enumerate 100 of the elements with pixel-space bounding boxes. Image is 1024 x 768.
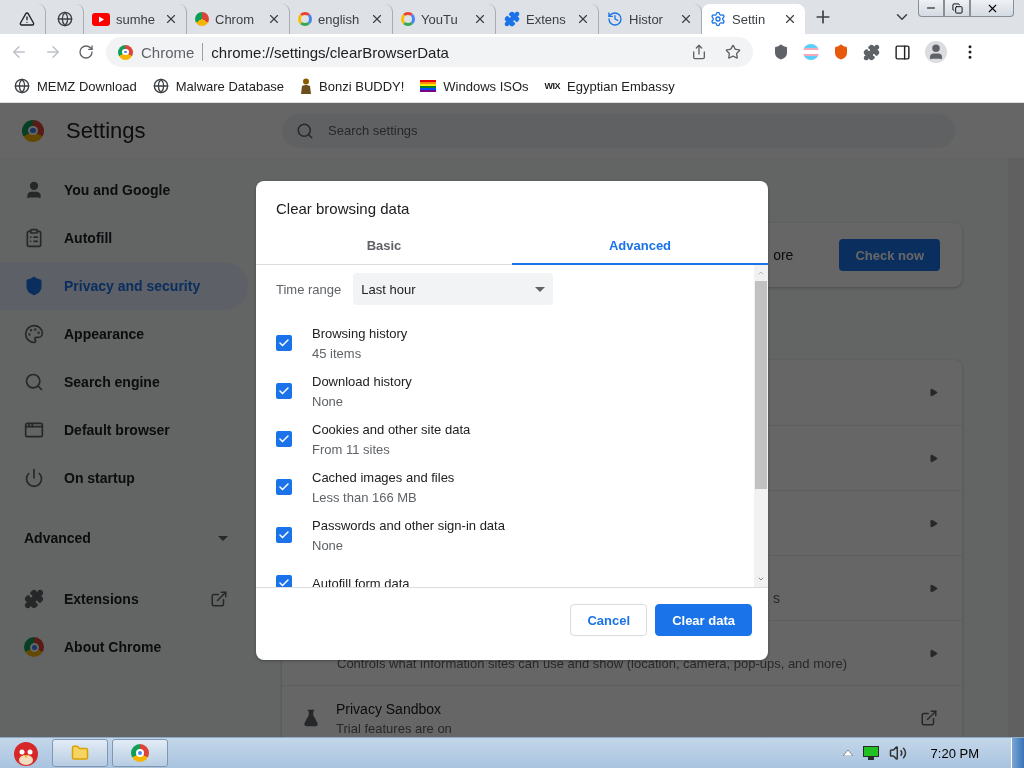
checkbox[interactable]: [276, 431, 292, 447]
option-detail: None: [312, 393, 345, 409]
shield-icon: [24, 276, 44, 296]
option-detail: None: [312, 537, 345, 553]
checkbox[interactable]: [276, 575, 292, 587]
dialog-tab[interactable]: Basic: [256, 228, 512, 265]
clear-data-button[interactable]: Clear data: [655, 604, 752, 636]
flask-icon: [302, 709, 320, 727]
checkbox[interactable]: [276, 335, 292, 351]
shield-icon[interactable]: [773, 44, 789, 60]
globe-icon: [14, 78, 30, 94]
row-title: Privacy Sandbox: [336, 700, 443, 717]
address-bar[interactable]: Chrome chrome://settings/clearBrowserData: [106, 37, 753, 67]
chrome-logo-icon: [22, 119, 44, 142]
arrow-icon[interactable]: [929, 518, 938, 528]
cancel-button[interactable]: Cancel: [570, 604, 648, 636]
option-label: Cached images and files: [312, 469, 455, 485]
rainbow-flag-icon: [420, 80, 437, 92]
sidebar-item[interactable]: About Chrome: [0, 623, 248, 671]
share-icon[interactable]: [691, 44, 707, 60]
sidebar-item[interactable]: Autofill: [0, 214, 248, 262]
folder-icon: [71, 744, 89, 762]
arrow-icon[interactable]: [929, 388, 938, 397]
settings-icon: [710, 11, 726, 27]
person-icon: [24, 180, 44, 200]
row-text: s: [773, 590, 781, 606]
bookmark-link[interactable]: MEMZ Download: [37, 78, 137, 94]
bookmark-star-icon[interactable]: [725, 44, 741, 60]
close-icon[interactable]: [267, 12, 281, 26]
sidebar-item[interactable]: Search engine: [0, 358, 248, 406]
external-link-icon[interactable]: [920, 709, 938, 727]
wordmark-logo: WIX: [544, 81, 561, 91]
volume-icon[interactable]: [888, 744, 907, 762]
sidebar-item[interactable]: You and Google: [0, 166, 248, 214]
sidebar-item[interactable]: Extensions: [0, 575, 248, 623]
option-detail: Less than 166 MB: [312, 489, 418, 505]
time-range-select[interactable]: Last hour: [353, 273, 554, 305]
sidebar-item[interactable]: Appearance: [0, 310, 248, 358]
browser-taskbar-button[interactable]: [112, 739, 168, 767]
close-icon[interactable]: [783, 12, 797, 26]
profile-icon[interactable]: [925, 41, 947, 63]
dialog-title: Clear browsing data: [275, 199, 411, 219]
tray-expand-icon[interactable]: [842, 750, 853, 756]
bookmark-link[interactable]: Windows ISOs: [443, 78, 529, 94]
close-icon[interactable]: [164, 12, 178, 26]
browser-tab[interactable]: Settin: [702, 4, 805, 34]
bookmark-link[interactable]: Egyptian Embassy: [567, 78, 675, 94]
scrollbar-thumb[interactable]: [755, 281, 767, 489]
browser-tab[interactable]: YouTu: [393, 4, 496, 34]
browser-tab[interactable]: sumhe: [84, 4, 187, 34]
sidebar-section[interactable]: Advanced: [24, 530, 91, 546]
chrome-logo-icon: [118, 44, 133, 60]
globe-icon: [152, 78, 169, 94]
bookmark-link[interactable]: Bonzi BUDDY!: [319, 78, 405, 94]
caret-icon: [218, 535, 228, 541]
close-button[interactable]: [970, 0, 1014, 17]
puzzle-icon: [504, 11, 520, 27]
option-label: Passwords and other sign-in data: [312, 517, 505, 533]
sidebar-item[interactable]: Default browser: [0, 406, 248, 454]
dialog-tab[interactable]: Advanced: [512, 228, 768, 265]
arrow-icon[interactable]: [929, 453, 938, 463]
checkbox[interactable]: [276, 479, 292, 495]
minimize-button[interactable]: [918, 0, 944, 17]
bookmark-link[interactable]: Malware Database: [175, 78, 285, 94]
browser-tab[interactable]: Extens: [496, 4, 599, 34]
check-icon: [278, 337, 290, 349]
figure-icon: [300, 78, 313, 94]
warning-icon: [18, 11, 35, 27]
network-icon[interactable]: [862, 746, 879, 760]
arrow-icon[interactable]: [929, 648, 938, 658]
file-explorer-button[interactable]: [52, 739, 108, 767]
checkbox[interactable]: [276, 527, 292, 543]
globe-icon: [56, 11, 73, 27]
power-icon: [24, 468, 44, 488]
option-label: Download history: [312, 373, 412, 389]
row-description: Trial features are on: [336, 720, 453, 736]
close-icon[interactable]: [576, 12, 590, 26]
option-detail: 45 items: [312, 345, 363, 361]
extensions-icon[interactable]: [863, 43, 880, 61]
restore-button[interactable]: [944, 0, 970, 17]
reload-icon[interactable]: [78, 44, 94, 60]
clock: 7:20 PM: [930, 745, 979, 761]
scroll-down-icon[interactable]: [757, 575, 765, 583]
close-icon[interactable]: [473, 12, 487, 26]
browser-tab[interactable]: Chrom: [187, 4, 290, 34]
close-icon[interactable]: [679, 12, 693, 26]
side-panel-icon[interactable]: [894, 43, 911, 61]
field-label: Time range: [276, 281, 342, 297]
check-icon: [278, 433, 290, 445]
checkbox[interactable]: [276, 383, 292, 399]
shield-icon[interactable]: [833, 44, 849, 60]
arrow-icon[interactable]: [929, 583, 938, 593]
browser-tab[interactable]: english: [290, 4, 393, 34]
search-icon: [24, 372, 44, 392]
row-description: Controls what information sites can use and show (location, camera, pop-ups, and more): [337, 655, 849, 671]
search-icon: [296, 121, 314, 140]
show-desktop-button[interactable]: [1011, 738, 1024, 768]
sidebar-item[interactable]: On startup: [0, 454, 248, 502]
history-icon: [607, 11, 623, 27]
close-icon[interactable]: [370, 12, 384, 26]
